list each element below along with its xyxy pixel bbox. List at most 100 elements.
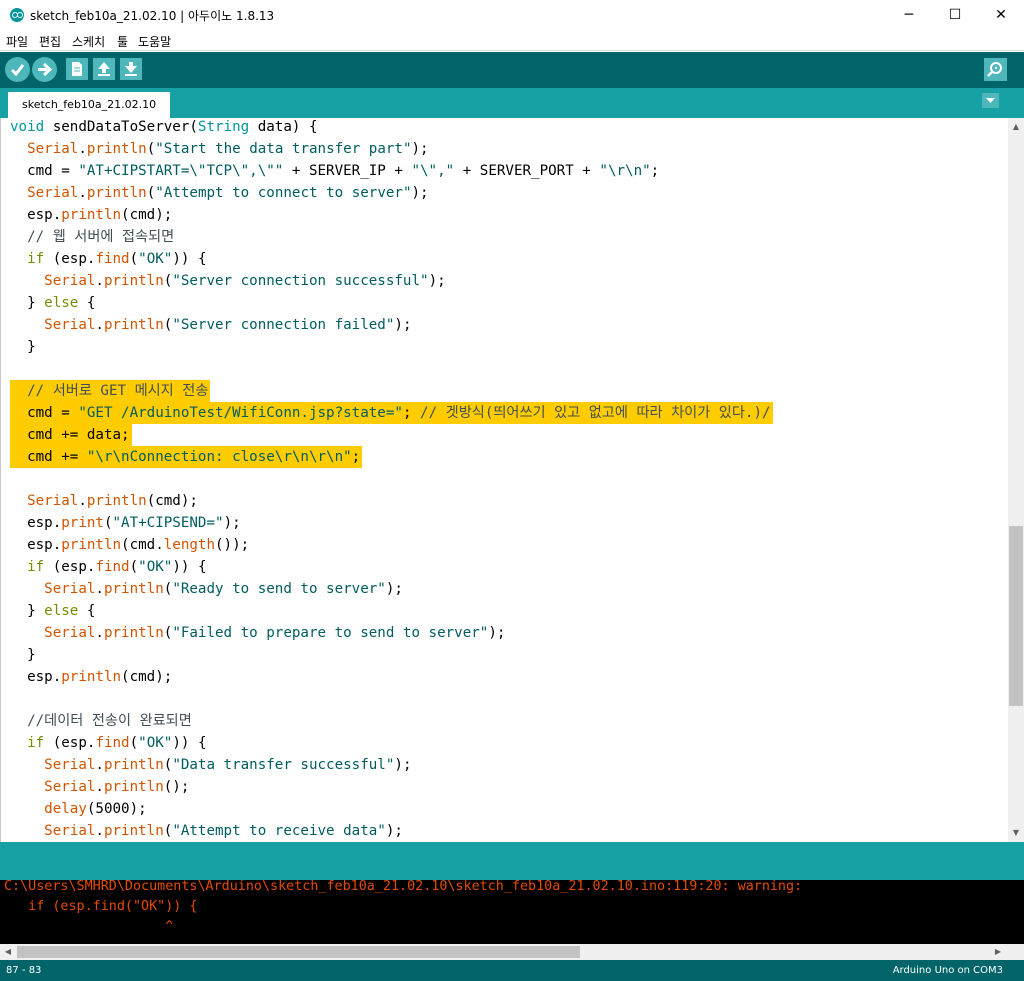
code-token: "\r\n" [599,163,651,179]
code-token: Serial [27,185,79,201]
verify-button[interactable] [5,57,30,82]
code-token: println [61,669,122,685]
new-button[interactable] [66,58,88,80]
code-token: . [95,625,104,641]
code-token: (cmd. [121,537,164,553]
console-horizontal-scrollbar[interactable]: ◀ ▶ [0,944,1024,960]
code-line: } [1,336,1008,358]
scroll-right-icon[interactable]: ▶ [990,947,1006,956]
code-token: } [10,603,45,619]
code-token: esp. [10,515,62,531]
menu-sketch[interactable]: 스케치 [72,33,105,50]
code-token: . [95,779,104,795]
maximize-button[interactable]: ☐ [932,0,978,30]
code-token: ( [146,185,156,201]
console-output[interactable]: C:\Users\SMHRD\Documents\Arduino\sketch_… [0,880,1024,944]
code-line: esp.println(cmd); [1,204,1008,226]
code-token: . [95,581,104,597]
menu-bar: 파일 편집 스케치 툴 도움말 [0,30,1024,51]
open-button[interactable] [93,58,115,80]
code-line: Serial.println("Server connection succes… [1,270,1008,292]
scroll-left-icon[interactable]: ◀ [0,947,16,956]
code-token: "Attempt to connect to server" [155,185,412,201]
code-token: Serial [44,823,96,839]
message-area [0,842,1024,880]
save-button[interactable] [120,58,142,80]
console-line: if (esp.find("OK")) { [4,899,198,914]
code-token: (esp. [44,735,96,751]
status-bar: 87 - 83 Arduino Uno on COM3 [0,960,1024,981]
minimize-button[interactable]: ─ [886,0,932,30]
code-token: // 서버로 GET 메시지 전송 [10,383,209,399]
chevron-down-icon [986,98,995,103]
tab-bar: sketch_feb10a_21.02.10 [0,88,1024,118]
code-token: "Data transfer successful" [172,757,395,773]
code-token: "GET /ArduinoTest/WifiConn.jsp?state=" [78,405,403,421]
code-line: cmd += "\r\nConnection: close\r\n\r\n"; [1,446,1008,468]
code-token: Serial [44,317,96,333]
code-token: Serial [44,581,96,597]
tab-sketch[interactable]: sketch_feb10a_21.02.10 [8,92,170,118]
serial-monitor-button[interactable] [984,58,1007,81]
menu-file[interactable]: 파일 [6,33,28,50]
code-token: ); [411,141,429,157]
scroll-up-icon[interactable]: ▲ [1008,122,1024,131]
code-token: void [10,119,45,135]
code-token: find [95,559,130,575]
code-token: length [163,537,216,553]
scrollbar-thumb[interactable] [1009,526,1023,706]
code-token: "AT+CIPSEND=" [112,515,224,531]
code-token: println [103,581,164,597]
code-token: . [95,273,104,289]
code-token: . [95,317,104,333]
code-token: cmd = [10,163,79,179]
code-token: else [44,295,79,311]
code-token: cmd += [10,449,87,465]
code-token: println [103,625,164,641]
code-token: . [78,185,87,201]
code-token: println [86,185,147,201]
code-token: (5000); [86,801,147,817]
menu-edit[interactable]: 편집 [39,33,61,50]
code-token: println [103,317,164,333]
code-line: if (esp.find("OK")) { [1,732,1008,754]
code-token: data) { [249,119,318,135]
code-line: Serial.println("Server connection failed… [1,314,1008,336]
code-line: Serial.println(cmd); [1,490,1008,512]
code-token: "Attempt to receive data" [172,823,386,839]
code-token: ); [394,317,412,333]
code-token: Serial [44,625,96,641]
code-token: String [197,119,250,135]
code-line: if (esp.find("OK")) { [1,248,1008,270]
console-line: C:\Users\SMHRD\Documents\Arduino\sketch_… [4,880,803,894]
scrollbar-thumb[interactable] [17,946,580,958]
scroll-down-icon[interactable]: ▼ [1008,828,1024,837]
editor-vertical-scrollbar[interactable]: ▲ ▼ [1008,118,1024,842]
code-token: "OK" [138,251,173,267]
menu-help[interactable]: 도움말 [138,33,171,50]
code-line: Serial.println("Start the data transfer … [1,138,1008,160]
toolbar [0,52,1024,88]
code-line: esp.println(cmd.length()); [1,534,1008,556]
upload-button[interactable] [32,57,57,82]
code-line: Serial.println(); [1,776,1008,798]
close-button[interactable]: ✕ [978,0,1024,30]
tab-menu-button[interactable] [982,93,999,108]
code-token: ; [351,449,361,465]
right-arrow-icon [38,62,53,77]
code-editor[interactable]: void sendDataToServer(String data) { Ser… [0,118,1008,842]
code-token: "Start the data transfer part" [155,141,412,157]
menu-tools[interactable]: 툴 [117,33,128,50]
code-token: ); [488,625,506,641]
code-token: println [86,493,147,509]
code-token: cmd = [10,405,79,421]
code-token: else [44,603,79,619]
